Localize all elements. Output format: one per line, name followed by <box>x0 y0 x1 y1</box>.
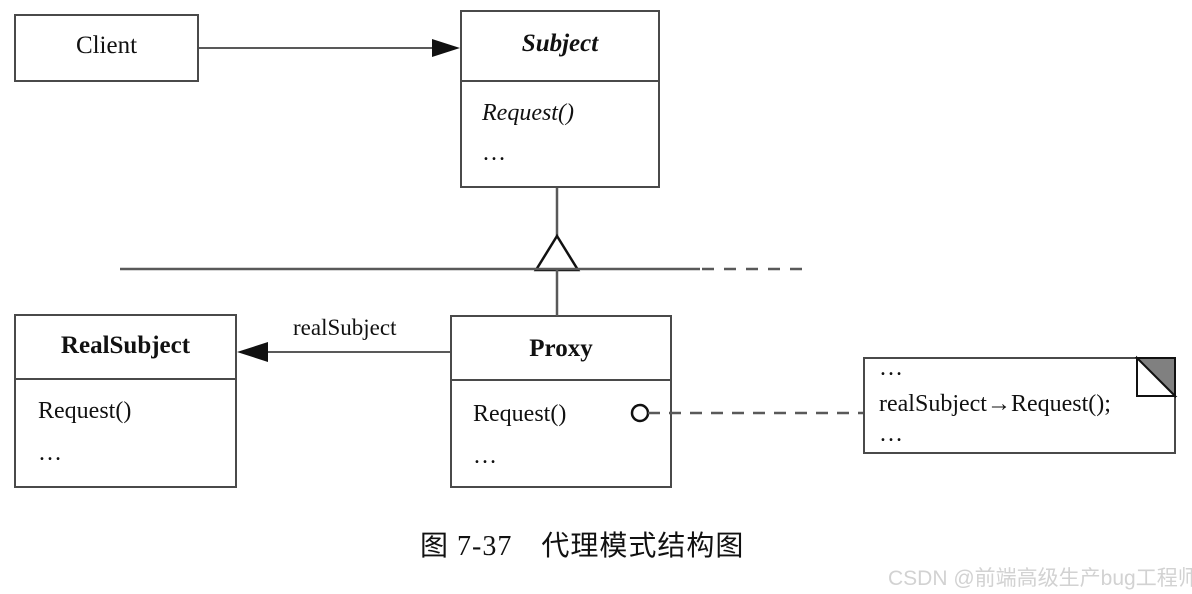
class-name-proxy: Proxy <box>529 335 593 362</box>
edge-generalization-stem <box>533 188 581 272</box>
class-name-subject: Subject <box>521 30 599 57</box>
class-member-realsubject-request: Request() <box>38 398 132 424</box>
class-compartment-divider-realsubject <box>16 378 235 380</box>
class-member-proxy-request: Request() <box>473 401 567 427</box>
note-line-2: realSubject→Request(); <box>879 391 1111 417</box>
note-box[interactable]: … realSubject→Request(); … <box>863 355 1176 454</box>
class-name-client: Client <box>75 32 138 59</box>
class-box-client[interactable]: Client <box>14 14 199 82</box>
class-member-proxy-ellipsis: … <box>473 443 499 469</box>
note-line-3: … <box>879 421 903 447</box>
class-box-subject[interactable]: Subject Request() … <box>460 10 660 188</box>
uml-diagram-canvas: Client Subject Request() … RealSubject R… <box>0 0 1192 594</box>
note-line-1: … <box>879 355 903 381</box>
edge-label-realsubject: realSubject <box>293 315 397 340</box>
class-box-proxy[interactable]: Proxy Request() … <box>450 315 672 488</box>
figure-caption: 图 7-37 代理模式结构图 <box>420 531 745 562</box>
class-compartment-divider-subject <box>462 80 658 82</box>
class-compartment-divider-proxy <box>452 379 670 381</box>
class-box-realsubject[interactable]: RealSubject Request() … <box>14 314 237 488</box>
class-member-subject-request: Request() <box>482 100 574 126</box>
class-member-subject-ellipsis: … <box>482 140 508 166</box>
class-name-realsubject: RealSubject <box>60 332 191 359</box>
csdn-watermark: CSDN @前端高级生产bug工程师 <box>888 567 1192 590</box>
inheritance-triangle <box>533 233 581 272</box>
class-member-realsubject-ellipsis: … <box>38 440 64 466</box>
edge-client-to-subject <box>199 39 460 57</box>
edge-proxy-to-realsubject <box>237 342 450 362</box>
